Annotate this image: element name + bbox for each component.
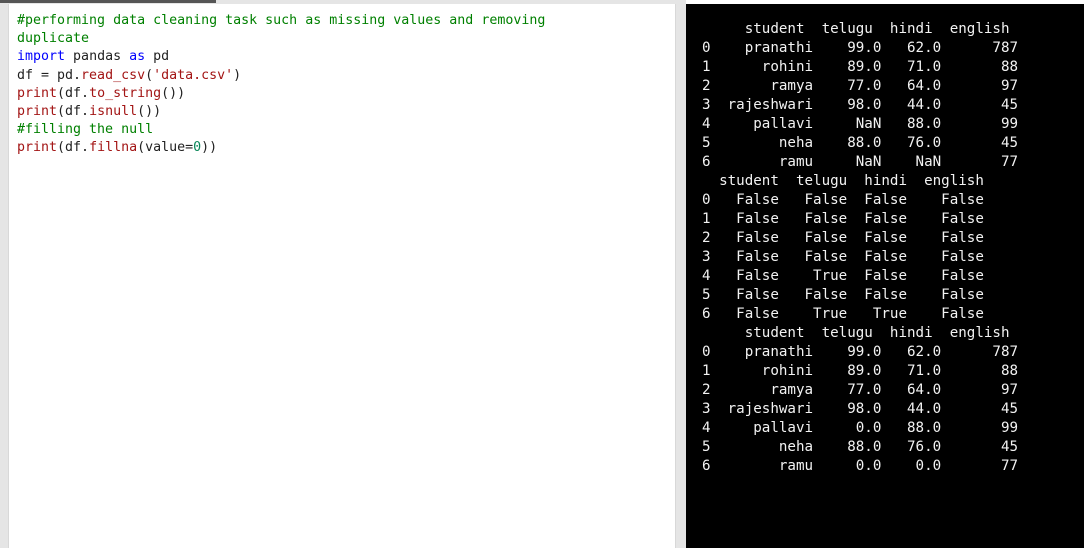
output-line: 3 False False False False [702,249,984,265]
output-line: 5 neha 88.0 76.0 45 [702,439,1019,455]
output-line: 6 ramu 0.0 0.0 77 [702,458,1019,474]
output-line: 4 pallavi NaN 88.0 99 [702,116,1019,132]
output-line: 1 rohini 89.0 71.0 88 [702,59,1019,75]
code-token: 'data.csv' [153,67,234,83]
code-line[interactable]: #performing data cleaning task such as m… [17,12,545,30]
output-line: 4 False True False False [702,268,984,284]
code-token: df = pd. [17,67,82,83]
output-pane: student telugu hindi english 0 pranathi 9… [686,0,1084,548]
code-token: (df. [57,140,90,156]
code-token: 0 [193,140,202,156]
code-editor[interactable]: #performing data cleaning task such as m… [8,4,676,548]
output-line: 1 False False False False [702,211,984,227]
output-line: 1 rohini 89.0 71.0 88 [702,363,1019,379]
output-line: student telugu hindi english [702,21,1010,37]
code-token: print [17,103,58,119]
code-token: ( [145,67,154,83]
code-token: (value= [137,140,194,156]
output-line: 6 ramu NaN NaN 77 [702,154,1019,170]
code-token: ) [233,67,242,83]
output-line: 5 neha 88.0 76.0 45 [702,135,1019,151]
output-line: 2 False False False False [702,230,984,246]
tab-indicator [0,0,216,3]
code-line[interactable]: print(df.fillna(value=0)) [17,139,545,157]
code-token: isnull [89,103,138,119]
code-block[interactable]: #performing data cleaning task such as m… [17,12,545,158]
code-token: fillna [89,140,138,156]
console-output: student telugu hindi english 0 pranathi 9… [702,20,1018,476]
code-token: read_csv [81,67,146,83]
output-line: 5 False False False False [702,287,984,303]
code-token: ()) [161,85,186,101]
output-line: 0 False False False False [702,192,984,208]
output-line: 3 rajeshwari 98.0 44.0 45 [702,97,1019,113]
output-line: 4 pallavi 0.0 88.0 99 [702,420,1019,436]
code-token: #filling the null [17,122,154,138]
code-token: (df. [57,85,90,101]
code-line[interactable]: print(df.isnull()) [17,103,545,121]
code-token: ()) [137,103,162,119]
code-line[interactable]: #filling the null [17,121,545,139]
code-token: duplicate [17,31,90,47]
output-line: 2 ramya 77.0 64.0 97 [702,78,1019,94]
code-token: to_string [89,85,162,101]
code-token: print [17,140,58,156]
code-token: print [17,85,58,101]
output-line: 0 pranathi 99.0 62.0 787 [702,344,1019,360]
code-token: pandas [65,49,130,65]
output-line: 3 rajeshwari 98.0 44.0 45 [702,401,1019,417]
code-token: #performing data cleaning task such as m… [17,13,546,28]
output-line: 6 False True True False [702,306,984,322]
code-line[interactable]: import pandas as pd [17,48,545,66]
code-token: as [129,49,146,65]
output-line: student telugu hindi english [702,173,984,189]
code-line[interactable]: print(df.to_string()) [17,85,545,103]
editor-pane: #performing data cleaning task such as m… [0,0,686,548]
code-line[interactable]: df = pd.read_csv('data.csv') [17,67,545,85]
output-line: student telugu hindi english [702,325,1010,341]
code-token: import [17,49,66,65]
code-token: )) [201,140,218,156]
output-line: 2 ramya 77.0 64.0 97 [702,382,1019,398]
code-token: pd [145,49,170,65]
code-token: (df. [57,103,90,119]
output-line: 0 pranathi 99.0 62.0 787 [702,40,1019,56]
code-line[interactable]: duplicate [17,30,545,48]
